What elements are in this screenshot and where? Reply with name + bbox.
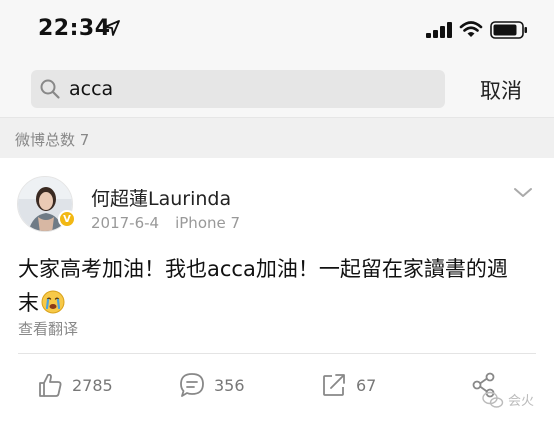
search-input[interactable] — [69, 75, 429, 103]
status-bar: 22:34 — [0, 0, 554, 58]
results-count: 微博总数 7 — [15, 131, 90, 149]
comment-button[interactable]: 356 — [178, 370, 245, 400]
post-date: 2017-6-4 — [91, 214, 160, 232]
author-name[interactable]: 何超蓮Laurinda — [91, 184, 231, 211]
search-box[interactable] — [31, 70, 445, 108]
status-time: 22:34 — [38, 16, 111, 41]
watermark: 会火 — [482, 390, 534, 409]
cancel-button[interactable]: 取消 — [480, 75, 522, 105]
thumbs-up-icon — [39, 373, 62, 397]
divider — [18, 353, 536, 354]
post-text-line-2-text: 末 — [18, 291, 39, 315]
location-arrow-icon — [104, 20, 120, 36]
search-icon — [40, 79, 60, 99]
battery-icon — [490, 21, 527, 39]
comment-count: 356 — [214, 375, 245, 395]
watermark-text: 会火 — [508, 394, 535, 409]
signal-bars-icon — [426, 22, 452, 38]
like-count: 2785 — [72, 375, 113, 395]
search-header: 取消 — [0, 58, 554, 118]
wifi-icon — [459, 21, 483, 37]
crying-face-icon — [41, 290, 65, 314]
post-device: iPhone 7 — [175, 214, 241, 232]
post-card[interactable]: V 何超蓮Laurinda 2017-6-4 iPhone 7 大家高考加油！我也… — [0, 158, 554, 424]
chevron-down-icon[interactable] — [512, 186, 534, 200]
comment-bubble-icon — [180, 373, 204, 397]
results-count-bar: 微博总数 7 — [0, 118, 554, 158]
translate-link[interactable]: 查看翻译 — [18, 318, 78, 339]
post-text-line-1: 大家高考加油！我也acca加油！一起留在家讀書的週 — [18, 257, 508, 281]
repost-button[interactable]: 67 — [320, 370, 376, 400]
post-text-line-2: 末 — [18, 286, 538, 320]
post-meta: 2017-6-4 iPhone 7 — [91, 214, 240, 232]
post-text: 大家高考加油！我也acca加油！一起留在家讀書的週 末 — [18, 252, 538, 320]
repost-count: 67 — [356, 375, 377, 395]
verified-badge: V — [58, 210, 76, 228]
repost-icon — [323, 374, 345, 396]
like-button[interactable]: 2785 — [36, 370, 113, 400]
chat-bubbles-icon — [482, 391, 504, 408]
